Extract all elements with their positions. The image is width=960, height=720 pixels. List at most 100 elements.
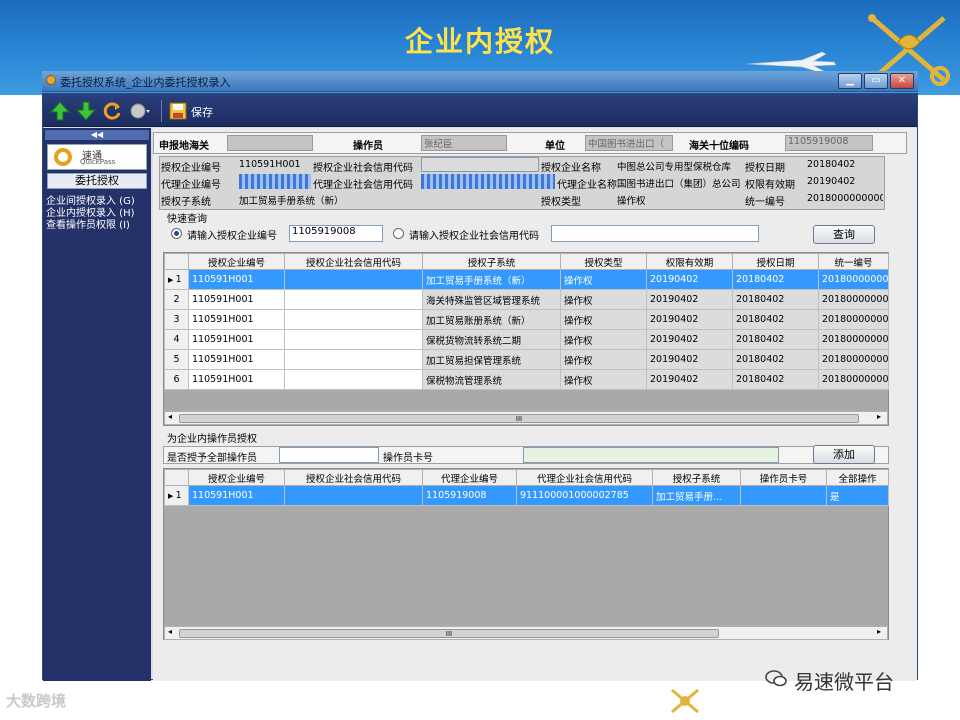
table-cell[interactable] — [284, 309, 423, 330]
table-cell[interactable]: 110591H001 — [188, 269, 285, 290]
scroll-left-icon[interactable]: ◂ — [168, 412, 172, 421]
scroll-right-icon[interactable]: ▸ — [877, 412, 881, 421]
arrow-up-icon[interactable] — [49, 100, 71, 122]
table-cell[interactable]: 海关特殊监管区域管理系统 — [422, 289, 561, 310]
column-header[interactable]: 授权企业编号 — [188, 253, 285, 270]
column-header[interactable]: 代理企业编号 — [422, 469, 517, 486]
search-no-input[interactable]: 1105919008 — [289, 225, 383, 242]
row-number[interactable]: 6 — [164, 369, 189, 390]
operator-card-input[interactable] — [523, 447, 779, 463]
column-header[interactable]: 授权企业社会信用代码 — [284, 253, 423, 270]
table-cell[interactable]: 110591H001 — [188, 369, 285, 390]
maximize-button[interactable]: ▭ — [864, 73, 888, 89]
window-titlebar[interactable]: 委托授权系统_企业内委托授权录入 ▁ ▭ ✕ — [42, 71, 918, 92]
table-cell[interactable] — [284, 289, 423, 310]
table-cell[interactable] — [740, 485, 827, 506]
table-cell[interactable]: 20180402 — [732, 369, 819, 390]
table-cell[interactable]: 201800000000 — [818, 309, 889, 330]
assign-all-field[interactable] — [279, 447, 379, 463]
table-cell[interactable]: 加工贸易担保管理系统 — [422, 349, 561, 370]
table-cell[interactable]: 20190402 — [646, 269, 733, 290]
unit-field[interactable]: 中国图书进出口（ — [585, 135, 673, 151]
column-header[interactable]: 代理企业社会信用代码 — [516, 469, 653, 486]
table-cell[interactable]: 201800000000 — [818, 329, 889, 350]
table-cell[interactable]: 20180402 — [732, 349, 819, 370]
close-button[interactable]: ✕ — [890, 73, 914, 89]
table-cell[interactable]: 保税物流管理系统 — [422, 369, 561, 390]
table-cell[interactable]: 加工贸易账册系统（新） — [422, 309, 561, 330]
column-header[interactable]: 操作员卡号 — [740, 469, 827, 486]
scroll-right-icon[interactable]: ▸ — [877, 627, 881, 636]
column-header[interactable]: 授权企业编号 — [188, 469, 285, 486]
column-header[interactable]: 授权子系统 — [652, 469, 741, 486]
table-row[interactable]: 6 110591H001 保税物流管理系统 操作权 20190402 20180402 20… — [164, 369, 889, 390]
sidebar-section-header[interactable]: 委托授权 — [47, 173, 147, 189]
table-cell[interactable]: 操作权 — [560, 269, 647, 290]
column-header[interactable]: 全部操作 — [826, 469, 889, 486]
table-cell[interactable]: 操作权 — [560, 309, 647, 330]
row-number[interactable]: 3 — [164, 309, 189, 330]
table-cell[interactable]: 20190402 — [646, 309, 733, 330]
table-cell[interactable]: 201800000000 — [818, 369, 889, 390]
scrollbar-thumb[interactable]: III — [179, 414, 859, 423]
add-button[interactable]: 添加 — [813, 445, 875, 464]
table-cell[interactable] — [284, 269, 423, 290]
table-cell[interactable]: 保税货物流转系统二期 — [422, 329, 561, 350]
column-header[interactable]: 授权企业社会信用代码 — [284, 469, 423, 486]
table-cell[interactable]: 110591H001 — [188, 289, 285, 310]
table-cell[interactable]: 加工贸易手册… — [652, 485, 741, 506]
table-cell[interactable]: 操作权 — [560, 289, 647, 310]
row-number[interactable]: ▶ 1 — [164, 269, 189, 290]
grantor-credit-field[interactable] — [421, 157, 539, 172]
table-cell[interactable]: 201800000000 — [818, 349, 889, 370]
table-cell[interactable]: 110591H001 — [188, 349, 285, 370]
table-cell[interactable]: 20180402 — [732, 329, 819, 350]
table-cell[interactable]: 201800000000 — [818, 289, 889, 310]
sidebar-item-operator-permissions[interactable]: 查看操作员权限 (I) — [46, 216, 130, 231]
table-row[interactable]: ▶ 1 110591H001 加工贸易手册系统（新） 操作权 20190402 20180… — [164, 269, 889, 290]
scrollbar-thumb[interactable]: III — [179, 629, 719, 638]
column-header[interactable]: 授权日期 — [732, 253, 819, 270]
table-row[interactable]: ▶ 1 110591H001 1105919008 91110000100000278… — [164, 485, 889, 506]
row-number[interactable]: 2 — [164, 289, 189, 310]
row-number[interactable]: 4 — [164, 329, 189, 350]
status-dropdown-icon[interactable] — [129, 100, 151, 122]
table-cell[interactable] — [284, 369, 423, 390]
search-button[interactable]: 查询 — [813, 225, 875, 244]
row-number[interactable]: ▶ 1 — [164, 485, 189, 506]
table-row[interactable]: 2 110591H001 海关特殊监管区域管理系统 操作权 20190402 201804… — [164, 289, 889, 310]
table-cell[interactable]: 操作权 — [560, 369, 647, 390]
table-cell[interactable]: 20190402 — [646, 349, 733, 370]
search-by-no-radio[interactable] — [171, 228, 182, 239]
customs-code-field[interactable]: 1105919008 — [785, 135, 873, 151]
column-header[interactable]: 授权子系统 — [422, 253, 561, 270]
table-row[interactable]: 5 110591H001 加工贸易担保管理系统 操作权 20190402 20180402… — [164, 349, 889, 370]
column-header[interactable]: 权限有效期 — [646, 253, 733, 270]
table-cell[interactable]: 20180402 — [732, 309, 819, 330]
operator-field[interactable]: 张纪臣 — [421, 135, 507, 151]
column-header[interactable]: 授权类型 — [560, 253, 647, 270]
sidebar-collapse-button[interactable]: ◀◀ — [45, 130, 149, 140]
minimize-button[interactable]: ▁ — [838, 73, 862, 89]
search-credit-input[interactable] — [551, 225, 759, 242]
table-cell[interactable]: 20180402 — [732, 269, 819, 290]
horizontal-scrollbar[interactable]: ◂ III ▸ — [164, 411, 888, 425]
horizontal-scrollbar-2[interactable]: ◂ III ▸ — [164, 626, 888, 640]
table-cell[interactable]: 110591H001 — [188, 485, 285, 506]
table-cell[interactable]: 操作权 — [560, 349, 647, 370]
save-icon[interactable] — [167, 100, 189, 122]
table-cell[interactable]: 是 — [826, 485, 889, 506]
table-cell[interactable]: 操作权 — [560, 329, 647, 350]
search-by-credit-radio[interactable] — [393, 228, 404, 239]
table-cell[interactable]: 1105919008 — [422, 485, 517, 506]
table-row[interactable]: 4 110591H001 保税货物流转系统二期 操作权 20190402 20180402… — [164, 329, 889, 350]
table-cell[interactable]: 20180402 — [732, 289, 819, 310]
table-cell[interactable]: 110591H001 — [188, 309, 285, 330]
refresh-icon[interactable] — [101, 100, 123, 122]
agent-credit-field[interactable] — [421, 174, 555, 189]
save-button[interactable]: 保存 — [191, 104, 213, 120]
table-cell[interactable]: 110591H001 — [188, 329, 285, 350]
table-row[interactable]: 3 110591H001 加工贸易账册系统（新） 操作权 20190402 2018040… — [164, 309, 889, 330]
arrow-down-icon[interactable] — [75, 100, 97, 122]
table-cell[interactable] — [284, 349, 423, 370]
